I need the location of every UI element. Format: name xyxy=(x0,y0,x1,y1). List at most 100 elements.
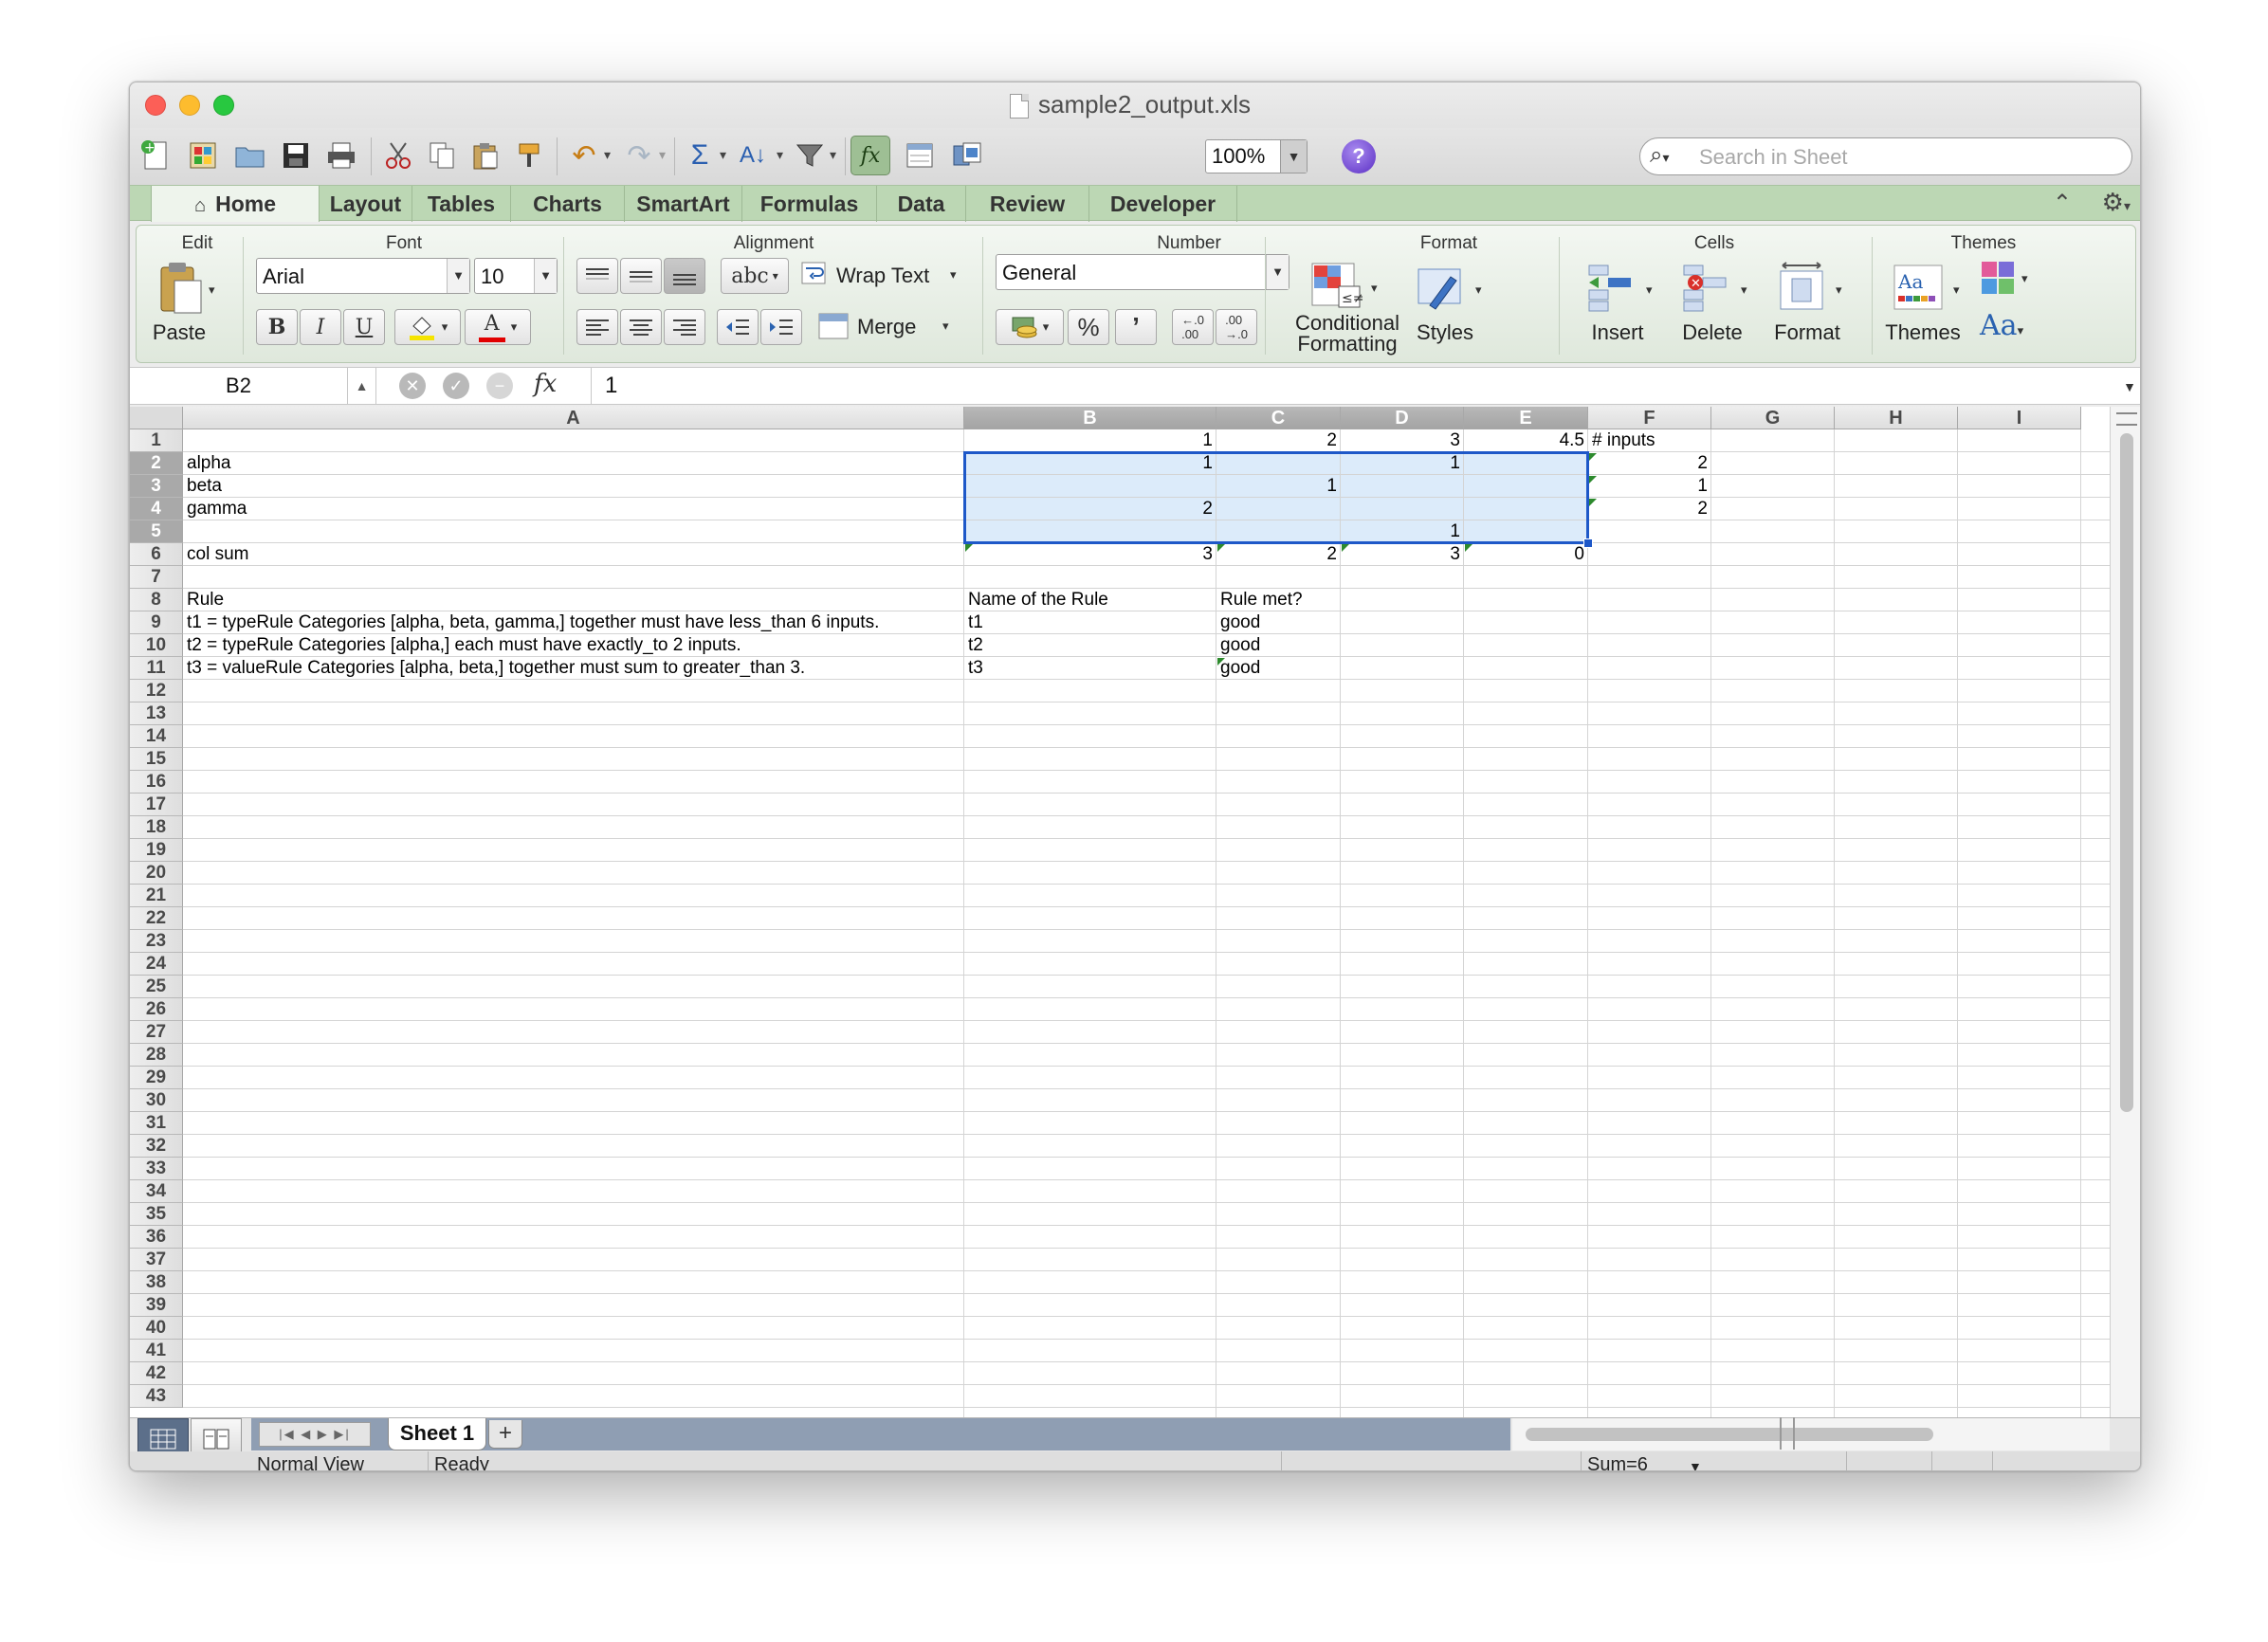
formula-input[interactable] xyxy=(591,368,2098,404)
spreadsheet-grid[interactable]: 1 2 3 4.5 # inputs alpha 1 1 2 beta 1 1 gamma 2 2 1 col … xyxy=(130,407,2110,1417)
horizontal-scroll-thumb[interactable] xyxy=(1526,1428,1933,1441)
tab-home[interactable]: ⌂ Home xyxy=(151,186,320,222)
cell-d6[interactable]: 3 xyxy=(1341,543,1464,566)
row-header-29[interactable]: 29 xyxy=(130,1067,183,1089)
tab-developer[interactable]: Developer xyxy=(1089,186,1237,222)
row-header-38[interactable]: 38 xyxy=(130,1271,183,1294)
theme-fonts-button[interactable]: Aa▾ xyxy=(1980,309,2037,351)
zoom-select[interactable]: 100% ▼ xyxy=(1205,139,1308,173)
column-header-c[interactable]: C xyxy=(1216,407,1341,429)
percent-style-button[interactable]: % xyxy=(1068,309,1109,345)
column-header-i[interactable]: I xyxy=(1958,407,2081,429)
column-header-g[interactable]: G xyxy=(1711,407,1835,429)
help-icon[interactable]: ? xyxy=(1342,139,1376,173)
align-center-button[interactable] xyxy=(620,309,662,345)
column-header-f[interactable]: F xyxy=(1588,407,1711,429)
paste-button[interactable]: ▾ Paste xyxy=(150,258,235,353)
close-window-button[interactable] xyxy=(145,95,166,116)
tab-charts[interactable]: Charts xyxy=(511,186,625,222)
row-header-8[interactable]: 8 xyxy=(130,589,183,611)
row-header-11[interactable]: 11 xyxy=(130,657,183,680)
cell-c10[interactable]: good xyxy=(1216,634,1264,657)
cell-f2[interactable]: 2 xyxy=(1588,452,1711,475)
status-sum[interactable]: Sum=6 xyxy=(1581,1451,1846,1470)
row-header-37[interactable]: 37 xyxy=(130,1249,183,1271)
row-header-34[interactable]: 34 xyxy=(130,1180,183,1203)
fill-handle[interactable] xyxy=(1583,538,1593,548)
horizontal-split-handle-icon[interactable] xyxy=(1780,1417,1795,1450)
add-sheet-button[interactable]: + xyxy=(488,1420,522,1449)
media-browser-icon[interactable] xyxy=(947,136,987,175)
autosum-icon[interactable]: Σ xyxy=(680,136,720,175)
vertical-scrollbar[interactable] xyxy=(2110,407,2140,1417)
format-painter-icon[interactable] xyxy=(509,136,549,175)
row-header-4[interactable]: 4 xyxy=(130,498,183,520)
cell-b11[interactable]: t3 xyxy=(964,657,987,680)
horizontal-scrollbar[interactable] xyxy=(1512,1418,2110,1450)
tab-tables[interactable]: Tables xyxy=(412,186,511,222)
sheet-navigation-arrows-icon[interactable]: |◀ ◀ ▶ ▶| xyxy=(259,1422,371,1447)
sort-dropdown-icon[interactable]: ▾ xyxy=(777,147,783,163)
row-header-39[interactable]: 39 xyxy=(130,1294,183,1317)
print-icon[interactable] xyxy=(321,136,361,175)
filter-dropdown-icon[interactable]: ▾ xyxy=(830,147,836,163)
row-header-18[interactable]: 18 xyxy=(130,816,183,839)
row-header-13[interactable]: 13 xyxy=(130,702,183,725)
font-size-select[interactable]: 10 ▼ xyxy=(474,258,558,294)
cell-a10[interactable]: t2 = typeRule Categories [alpha,] each m… xyxy=(183,634,745,657)
select-all-corner[interactable] xyxy=(130,407,183,429)
align-top-button[interactable] xyxy=(576,258,618,294)
cell-b6[interactable]: 3 xyxy=(964,543,1216,566)
row-header-6[interactable]: 6 xyxy=(130,543,183,566)
expand-formula-bar-icon[interactable]: ▼ xyxy=(2123,379,2136,394)
template-gallery-icon[interactable] xyxy=(183,136,223,175)
row-header-33[interactable]: 33 xyxy=(130,1158,183,1180)
row-header-14[interactable]: 14 xyxy=(130,725,183,748)
bold-button[interactable]: B xyxy=(256,309,298,345)
row-header-1[interactable]: 1 xyxy=(130,429,183,452)
delete-cells-button[interactable]: ✕ ▾ Delete xyxy=(1667,260,1758,355)
row-header-30[interactable]: 30 xyxy=(130,1089,183,1112)
cell-b10[interactable]: t2 xyxy=(964,634,987,657)
row-header-43[interactable]: 43 xyxy=(130,1385,183,1408)
row-header-41[interactable]: 41 xyxy=(130,1340,183,1362)
comma-style-button[interactable]: ’ xyxy=(1115,309,1157,345)
italic-button[interactable]: I xyxy=(300,309,341,345)
row-header-21[interactable]: 21 xyxy=(130,885,183,907)
minimize-window-button[interactable] xyxy=(179,95,200,116)
column-header-h[interactable]: H xyxy=(1835,407,1958,429)
fx-icon[interactable]: fx xyxy=(534,370,557,398)
format-cells-button[interactable]: ▾ Format xyxy=(1762,260,1853,355)
tab-formulas[interactable]: Formulas xyxy=(742,186,877,222)
cell-f1[interactable]: # inputs xyxy=(1588,429,1659,452)
font-name-select[interactable]: Arial ▼ xyxy=(256,258,470,294)
collapse-ribbon-icon[interactable]: ⌃ xyxy=(2053,190,2072,217)
sheet-tab[interactable]: Sheet 1 xyxy=(388,1418,486,1450)
cell-a3[interactable]: beta xyxy=(183,475,226,498)
column-header-d[interactable]: D xyxy=(1341,407,1464,429)
row-header-35[interactable]: 35 xyxy=(130,1203,183,1226)
cell-b9[interactable]: t1 xyxy=(964,611,987,634)
increase-indent-button[interactable] xyxy=(760,309,802,345)
row-header-7[interactable]: 7 xyxy=(130,566,183,589)
search-input[interactable] xyxy=(1699,144,2116,171)
styles-button[interactable]: ▾ Styles xyxy=(1407,260,1498,355)
save-icon[interactable] xyxy=(276,136,316,175)
increase-decimal-button[interactable]: .00 →.0 xyxy=(1216,309,1257,345)
tab-layout[interactable]: Layout xyxy=(320,186,412,222)
row-header-22[interactable]: 22 xyxy=(130,907,183,930)
row-header-15[interactable]: 15 xyxy=(130,748,183,771)
row-header-32[interactable]: 32 xyxy=(130,1135,183,1158)
row-header-17[interactable]: 17 xyxy=(130,794,183,816)
paste-dropdown-icon[interactable]: ▾ xyxy=(209,283,215,298)
cell-a11[interactable]: t3 = valueRule Categories [alpha, beta,]… xyxy=(183,657,809,680)
ribbon-settings-gear-icon[interactable]: ⚙▾ xyxy=(2102,188,2131,217)
confirm-entry-icon[interactable]: ✓ xyxy=(443,373,469,399)
row-header-23[interactable]: 23 xyxy=(130,930,183,953)
sort-icon[interactable]: A↓ xyxy=(733,136,773,175)
row-header-10[interactable]: 10 xyxy=(130,634,183,657)
zoom-window-button[interactable] xyxy=(213,95,234,116)
search-box[interactable]: ⌕▾ xyxy=(1639,137,2132,175)
row-header-42[interactable]: 42 xyxy=(130,1362,183,1385)
align-right-button[interactable] xyxy=(664,309,705,345)
